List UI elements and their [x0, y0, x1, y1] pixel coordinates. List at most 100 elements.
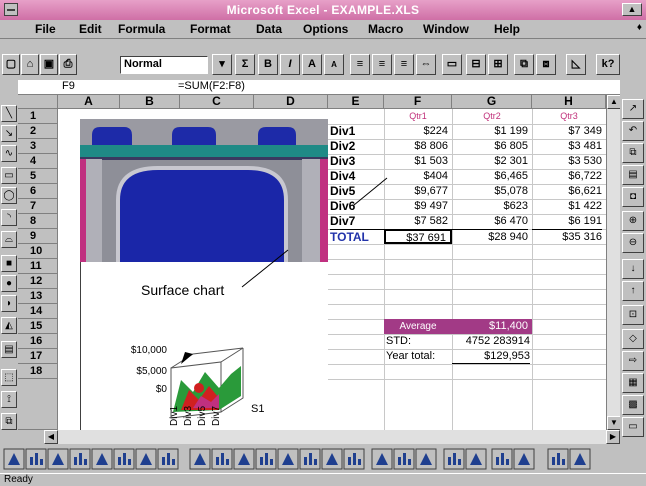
filled-rectangle-icon[interactable]: ■ [1, 255, 17, 272]
style-box[interactable]: Normal [120, 56, 208, 74]
division-label[interactable]: Div3 [330, 154, 384, 169]
document-control-icon[interactable]: ♦ [637, 22, 642, 33]
row-header[interactable]: 11 [18, 259, 58, 274]
menu-format[interactable]: Format [190, 22, 231, 36]
data-cell[interactable]: $8 806 [384, 139, 448, 154]
column-header-h[interactable]: H [532, 95, 606, 109]
chart-wizard-icon[interactable]: ◺ [566, 54, 586, 75]
row-header[interactable]: 6 [18, 184, 58, 199]
column-header-a[interactable]: A [58, 95, 120, 109]
average-value[interactable]: $11,400 [452, 319, 532, 334]
row-header[interactable]: 5 [18, 169, 58, 184]
data-cell[interactable]: $9 497 [384, 199, 448, 214]
rectangle-tool-icon[interactable]: ▭ [1, 167, 17, 184]
std-value[interactable]: 4752 283914 [452, 334, 530, 349]
select-all-corner[interactable] [18, 95, 58, 109]
row-header[interactable]: 1 [18, 109, 58, 124]
bottom-border-icon[interactable]: ⊟ [466, 54, 486, 75]
copy-icon[interactable]: ⧉ [514, 54, 534, 75]
row-header[interactable]: 16 [18, 334, 58, 349]
menu-help[interactable]: Help [494, 22, 520, 36]
total-cell-active[interactable]: $37 691 [384, 229, 452, 244]
division-label[interactable]: Div5 [330, 184, 384, 199]
row-header[interactable]: 4 [18, 154, 58, 169]
column-header-c[interactable]: C [180, 95, 254, 109]
menu-window[interactable]: Window [423, 22, 469, 36]
grid-border-icon[interactable]: ⊞ [488, 54, 508, 75]
row-header[interactable]: 14 [18, 304, 58, 319]
filled-freeform-icon[interactable]: ◭ [1, 317, 17, 334]
column-header-e[interactable]: E [328, 95, 384, 109]
row-header[interactable]: 18 [18, 364, 58, 379]
align-center-icon[interactable]: ≡ [372, 54, 392, 75]
column-header-b[interactable]: B [120, 95, 180, 109]
row-header[interactable]: 17 [18, 349, 58, 364]
text-box-icon[interactable]: ▤ [1, 341, 17, 358]
data-cell[interactable]: $6 805 [452, 139, 528, 154]
row-header[interactable]: 10 [18, 244, 58, 259]
row-header[interactable]: 8 [18, 214, 58, 229]
row-header[interactable]: 15 [18, 319, 58, 334]
year-total-value[interactable]: $129,953 [452, 349, 530, 364]
division-label[interactable]: Div6 [330, 199, 384, 214]
data-cell[interactable]: $7 582 [384, 214, 448, 229]
quarter-header[interactable]: Qtr2 [452, 109, 532, 124]
data-cell[interactable]: $623 [452, 199, 528, 214]
zoom-in-icon[interactable]: ⊕ [622, 211, 644, 231]
center-across-icon[interactable]: ⇔ [416, 54, 436, 75]
autosum-button[interactable]: Σ [235, 54, 255, 75]
scroll-left-icon[interactable]: ◀ [44, 430, 58, 444]
data-cell[interactable]: $6,465 [452, 169, 528, 184]
window-controls[interactable]: ▲ [622, 3, 642, 16]
align-right-icon[interactable]: ≡ [394, 54, 414, 75]
oval-tool-icon[interactable]: ◯ [1, 187, 17, 204]
open-file-icon[interactable]: ⌂ [21, 54, 39, 75]
quarter-header[interactable]: Qtr1 [384, 109, 452, 124]
row-header[interactable]: 9 [18, 229, 58, 244]
demote-icon[interactable]: ⇨ [622, 351, 644, 371]
total-cell[interactable]: $28 940 [452, 229, 528, 244]
data-cell[interactable]: $3 530 [532, 154, 602, 169]
show-outline-icon[interactable]: ▦ [622, 373, 644, 393]
camera-icon[interactable]: ◘ [622, 187, 644, 207]
formula-input[interactable]: =SUM(F2:F8) [178, 80, 245, 92]
data-cell[interactable]: $6,621 [532, 184, 602, 199]
reshape-icon[interactable]: ⟟ [1, 391, 17, 408]
sort-descending-icon[interactable]: ↑ [622, 281, 644, 301]
arrow-tool-icon[interactable]: ↘ [1, 125, 17, 142]
italic-button[interactable]: I [280, 54, 300, 75]
data-cell[interactable]: $6,722 [532, 169, 602, 184]
promote-icon[interactable]: ◇ [622, 329, 644, 349]
data-cell[interactable]: $7 349 [532, 124, 602, 139]
division-label[interactable]: Div2 [330, 139, 384, 154]
selection-icon[interactable]: ⬚ [1, 369, 17, 386]
decrease-font-icon[interactable]: A [324, 54, 344, 75]
data-cell[interactable]: $6 191 [532, 214, 602, 229]
menu-edit[interactable]: Edit [79, 22, 102, 36]
scroll-down-icon[interactable]: ▼ [607, 416, 621, 430]
data-cell[interactable]: $1 422 [532, 199, 602, 214]
scroll-up-icon[interactable]: ▲ [607, 95, 621, 109]
filled-oval-icon[interactable]: ● [1, 275, 17, 292]
division-label[interactable]: Div7 [330, 214, 384, 229]
row-header[interactable]: 12 [18, 274, 58, 289]
horizontal-scrollbar[interactable]: ◀ ▶ [44, 430, 620, 444]
button-tool-icon[interactable]: ▭ [622, 417, 644, 437]
total-label[interactable]: TOTAL [330, 229, 384, 244]
division-label[interactable]: Div4 [330, 169, 384, 184]
pointer-icon[interactable]: ↗ [622, 99, 644, 119]
average-label[interactable]: Average [384, 319, 452, 334]
outline-border-icon[interactable]: ▭ [442, 54, 462, 75]
freeform-tool-icon[interactable]: ⌓ [1, 231, 17, 248]
embedded-chart[interactable]: Surface chart $10,000 $5,000 $0 Div1 Div3 Div… [80, 262, 328, 430]
scroll-right-icon[interactable]: ▶ [606, 430, 620, 444]
column-header-g[interactable]: G [452, 95, 532, 109]
lock-icon[interactable]: ⊡ [622, 305, 644, 325]
line-tool-icon[interactable]: ╲ [1, 105, 17, 122]
bold-button[interactable]: B [258, 54, 278, 75]
division-label[interactable]: Div1 [330, 124, 384, 139]
menu-formula[interactable]: Formula [118, 22, 165, 36]
style-dropdown-icon[interactable]: ▾ [212, 54, 232, 75]
data-cell[interactable]: $2 301 [452, 154, 528, 169]
group-icon[interactable]: ⧉ [1, 413, 17, 430]
